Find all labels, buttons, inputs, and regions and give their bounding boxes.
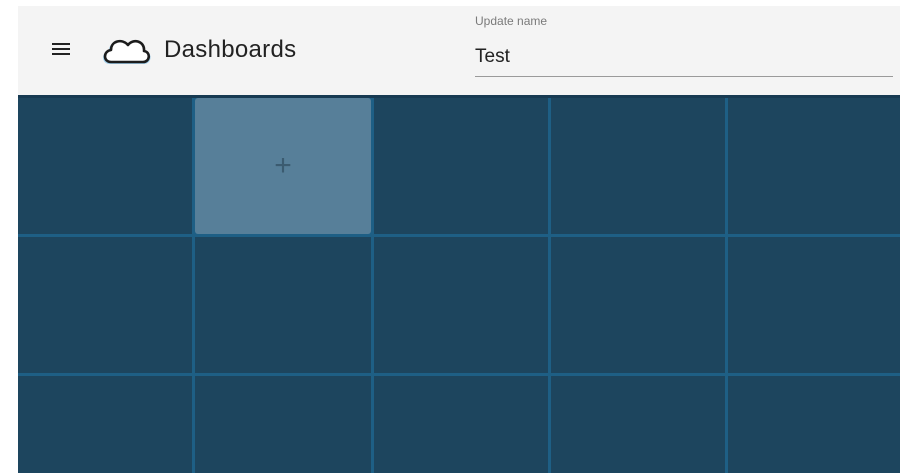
cloud-icon: [103, 39, 151, 64]
grid-cell[interactable]: [18, 98, 192, 234]
app-window: Dashboards Update name +: [18, 6, 900, 473]
menu-button[interactable]: [48, 36, 74, 62]
update-name-field[interactable]: Update name: [475, 14, 893, 77]
grid-cell[interactable]: [728, 376, 900, 473]
hamburger-menu-icon: [52, 43, 70, 55]
update-name-input[interactable]: [475, 42, 893, 72]
grid-cell[interactable]: [18, 237, 192, 373]
input-underline: [475, 76, 893, 77]
grid-cell[interactable]: [728, 98, 900, 234]
grid-cell[interactable]: [551, 237, 725, 373]
dashboard-grid: +: [18, 98, 900, 473]
grid-cell[interactable]: [374, 237, 548, 373]
grid-cell[interactable]: [728, 237, 900, 373]
top-app-bar: Dashboards Update name: [18, 6, 900, 95]
grid-cell[interactable]: [374, 98, 548, 234]
update-name-label: Update name: [475, 14, 548, 28]
grid-cell[interactable]: [374, 376, 548, 473]
grid-cell[interactable]: [551, 98, 725, 234]
grid-cell[interactable]: [195, 237, 371, 373]
page-title: Dashboards: [164, 36, 297, 63]
grid-cell[interactable]: [551, 376, 725, 473]
dashboard-grid-area: +: [18, 95, 900, 473]
add-widget-cell[interactable]: +: [195, 98, 371, 234]
grid-cell[interactable]: [18, 376, 192, 473]
plus-icon: +: [274, 149, 292, 182]
grid-cell[interactable]: [195, 376, 371, 473]
